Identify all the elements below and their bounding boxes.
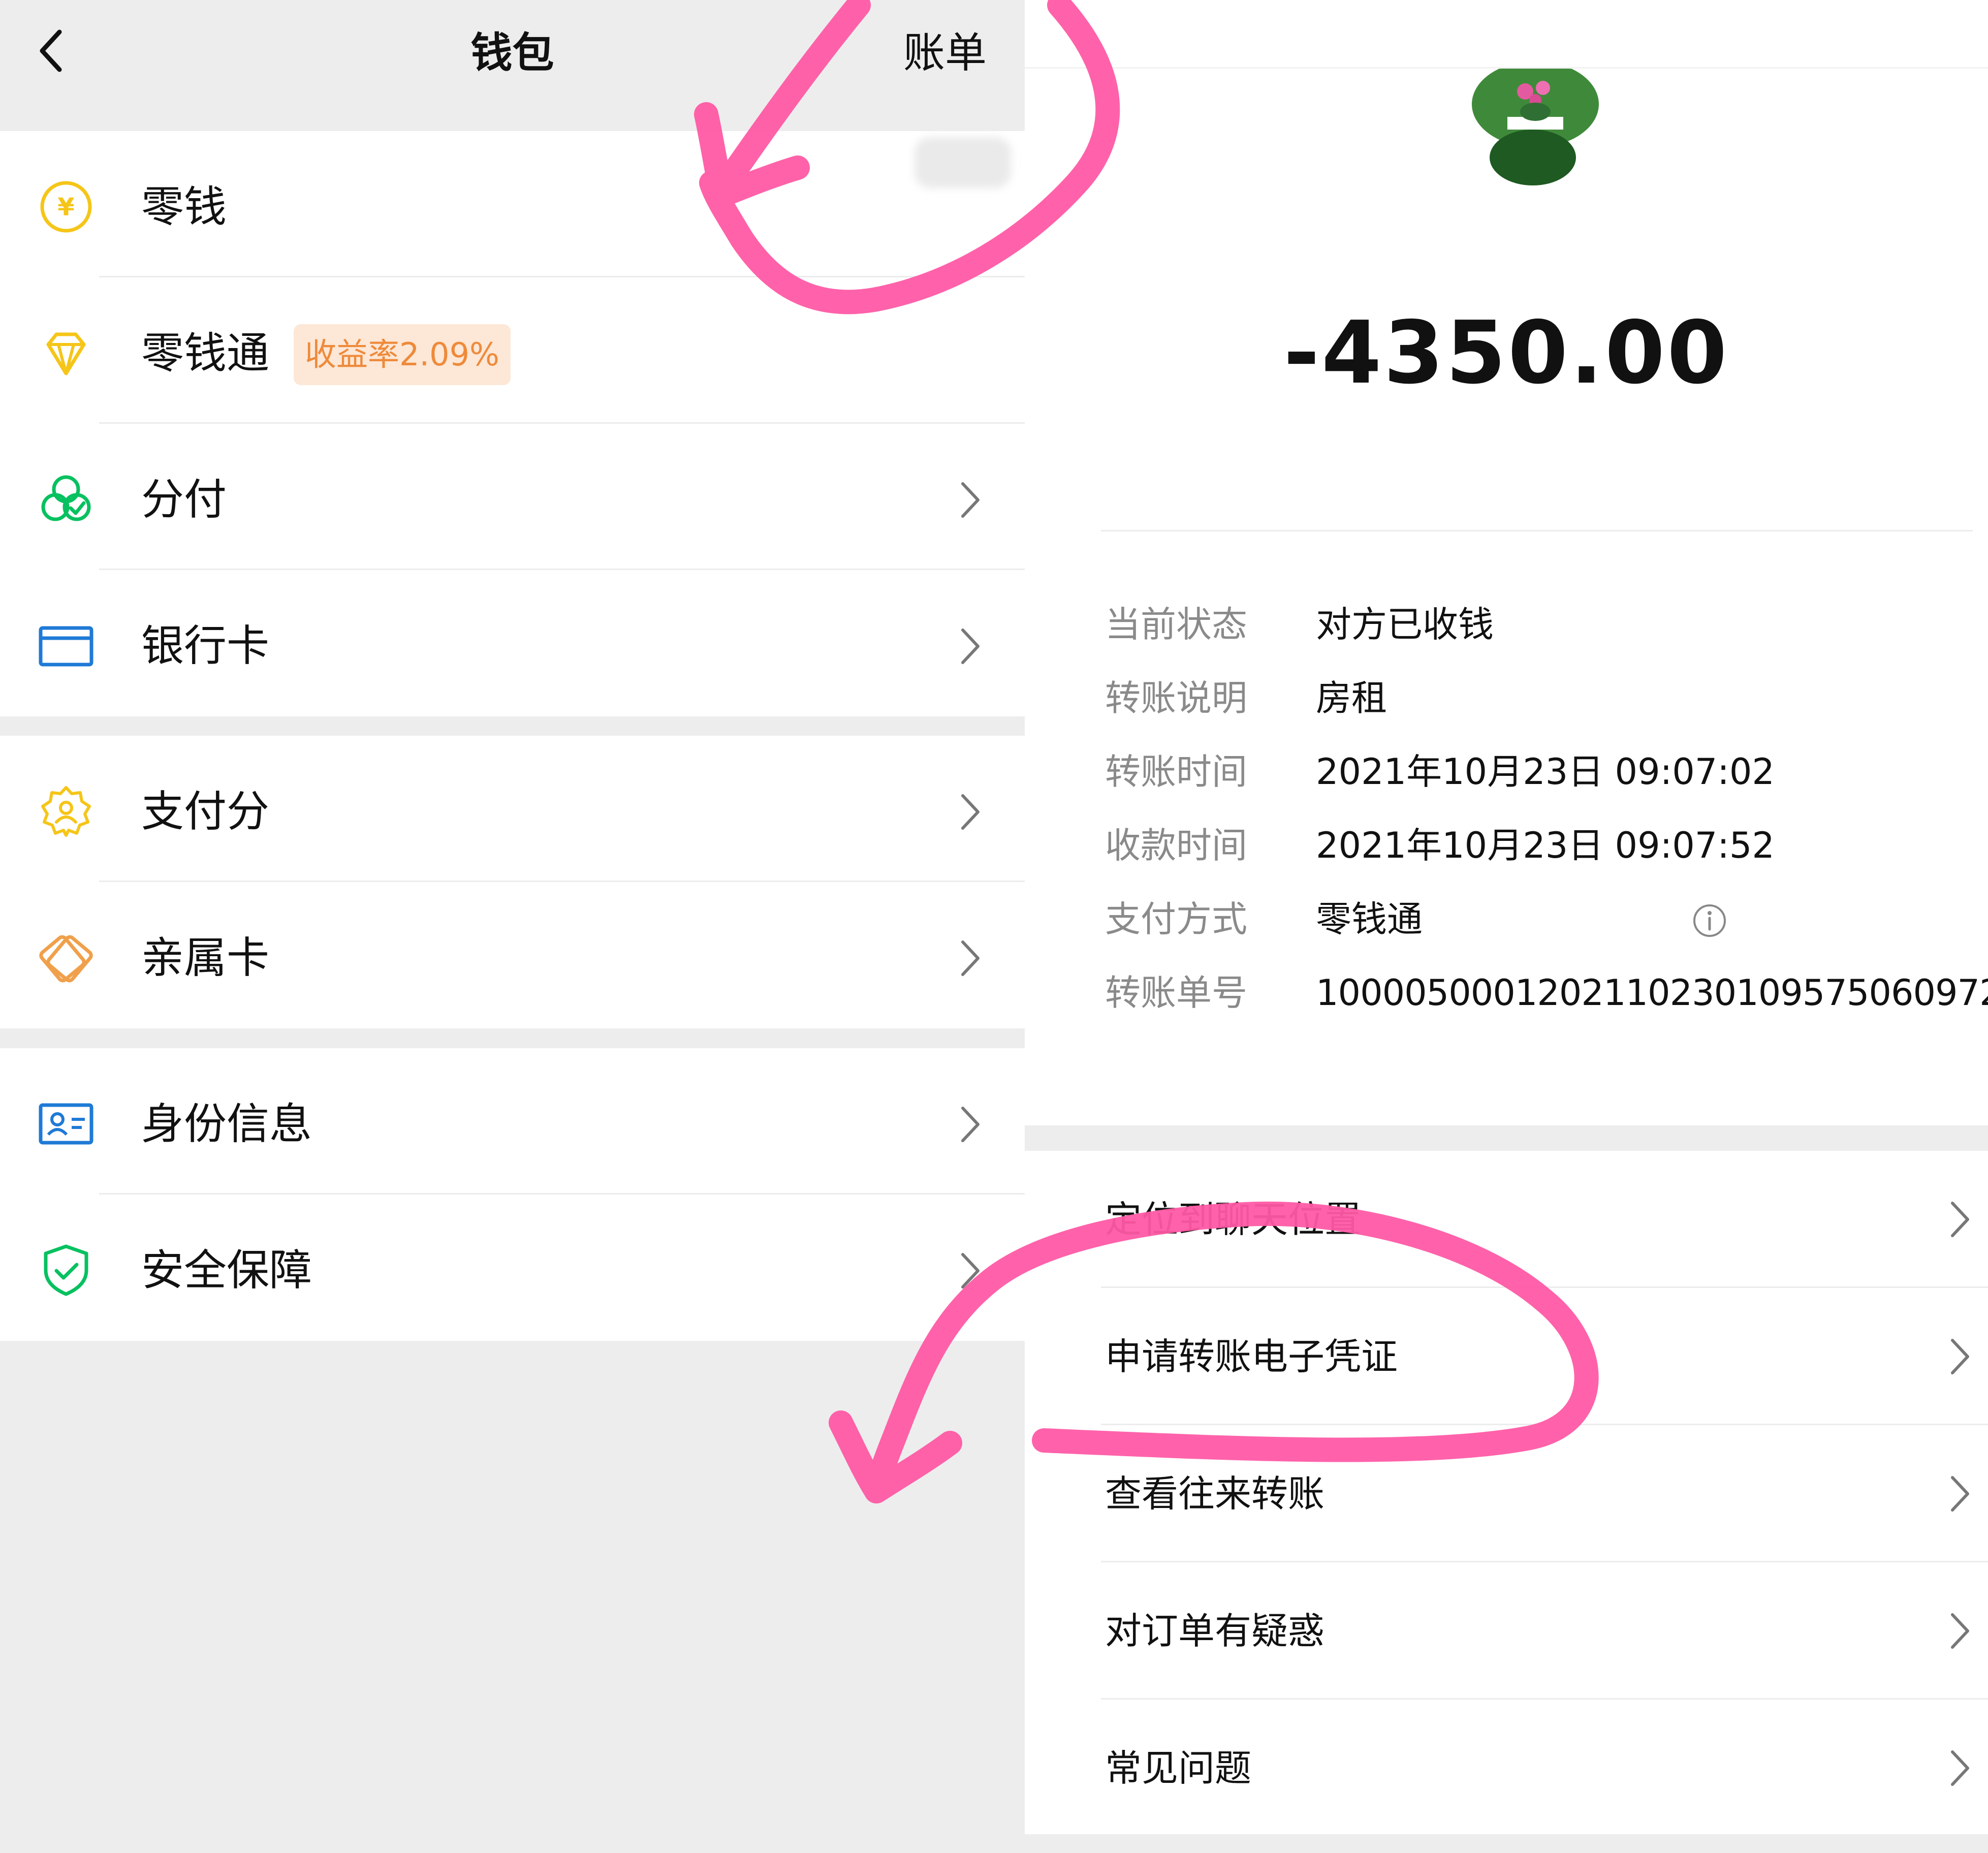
- shield-check-icon: [44, 1244, 88, 1296]
- detail-row-transfer-time: 转账时间 2021年10月23日 09:07:02: [1105, 735, 1979, 809]
- wallet-item-label: 零钱通: [141, 328, 270, 378]
- action-label: 申请转账电子凭证: [1105, 1335, 1398, 1378]
- wallet-item-label: 银行卡: [141, 621, 270, 671]
- detail-value: 房租: [1316, 677, 1387, 719]
- detail-value: 1000050001202110230109575060972: [1316, 972, 1988, 1014]
- action-locate-chat[interactable]: 定位到聊天位置: [1025, 1151, 1988, 1288]
- chevron-right-icon: [961, 1107, 980, 1142]
- wallet-item-label: 亲属卡: [141, 933, 270, 983]
- section-gap: [1025, 1125, 1988, 1151]
- avatar: [1472, 69, 1599, 185]
- id-card-icon: [39, 1103, 93, 1145]
- wallet-item-family-card[interactable]: 亲属卡: [0, 882, 1025, 1028]
- detail-row-note: 转账说明 房租: [1105, 662, 1979, 735]
- detail-key: 支付方式: [1105, 898, 1247, 940]
- page-title: 钱包: [470, 29, 554, 77]
- yield-badge: 收益率2.09%: [294, 324, 511, 385]
- chevron-right-icon: [1951, 1339, 1969, 1374]
- detail-key: 收款时间: [1105, 825, 1247, 866]
- chevron-right-icon: [961, 482, 980, 518]
- wallet-panel: 钱包 账单 ¥ 零钱 零钱通 收益率2.09% 分付 银行卡 支付分 亲属卡 身…: [0, 0, 1025, 1853]
- action-label: 对订单有疑惑: [1105, 1610, 1325, 1652]
- chevron-right-icon: [961, 629, 980, 664]
- divider: [1101, 530, 1973, 531]
- top-bar: [1025, 0, 1988, 69]
- detail-value: 零钱通: [1316, 898, 1423, 940]
- transfer-amount: -4350.00: [1283, 303, 1729, 403]
- action-label: 定位到聊天位置: [1105, 1198, 1362, 1241]
- diamond-icon: [46, 332, 86, 375]
- wallet-group-2: 支付分 亲属卡: [0, 736, 1025, 1028]
- chevron-right-icon: [1951, 1613, 1969, 1649]
- info-icon[interactable]: [1692, 903, 1727, 938]
- action-order-question[interactable]: 对订单有疑惑: [1025, 1562, 1988, 1700]
- wallet-item-identity[interactable]: 身份信息: [0, 1048, 1025, 1195]
- wallet-header: 钱包 账单: [0, 0, 1025, 131]
- wallet-item-payscore[interactable]: 支付分: [0, 736, 1025, 882]
- action-faq[interactable]: 常见问题: [1025, 1700, 1988, 1837]
- wallet-group-3: 身份信息 安全保障: [0, 1048, 1025, 1341]
- detail-row-order-number: 转账单号 1000050001202110230109575060972: [1105, 956, 1988, 1030]
- wallet-item-change[interactable]: ¥ 零钱: [0, 131, 1025, 277]
- family-card-icon: [39, 935, 93, 983]
- chevron-right-icon: [1951, 1476, 1969, 1512]
- payscore-badge-icon: [41, 786, 91, 837]
- chevron-right-icon: [1951, 1750, 1969, 1786]
- yuan-coin-icon: ¥: [40, 181, 92, 233]
- wallet-item-label: 支付分: [141, 787, 270, 836]
- detail-row-status: 当前状态 对方已收钱: [1105, 588, 1979, 662]
- action-label: 查看往来转账: [1105, 1472, 1325, 1515]
- detail-row-payment-method: 支付方式 零钱通: [1105, 883, 1979, 956]
- bottom-gap: [1025, 1834, 1988, 1853]
- detail-value: 2021年10月23日 09:07:52: [1316, 825, 1775, 866]
- wallet-item-fenfu[interactable]: 分付: [0, 424, 1025, 570]
- wallet-item-label: 安全保障: [141, 1245, 312, 1295]
- wallet-item-bank-card[interactable]: 银行卡: [0, 570, 1025, 716]
- chevron-right-icon: [1951, 1202, 1969, 1237]
- detail-key: 当前状态: [1105, 604, 1247, 645]
- fenfu-icon: [41, 475, 91, 521]
- svg-text:¥: ¥: [57, 193, 74, 222]
- detail-key: 转账单号: [1105, 972, 1247, 1014]
- detail-value: 对方已收钱: [1316, 604, 1494, 645]
- redacted-balance: [914, 137, 1011, 188]
- chevron-right-icon: [961, 940, 980, 976]
- wallet-item-security[interactable]: 安全保障: [0, 1195, 1025, 1341]
- detail-key: 转账说明: [1105, 677, 1247, 719]
- bill-link[interactable]: 账单: [903, 28, 987, 79]
- detail-key: 转账时间: [1105, 751, 1247, 793]
- detail-value: 2021年10月23日 09:07:02: [1316, 751, 1775, 793]
- wallet-item-label: 身份信息: [141, 1099, 312, 1149]
- chevron-right-icon: [961, 1253, 980, 1289]
- bank-card-icon: [39, 626, 93, 667]
- action-label: 常见问题: [1105, 1747, 1252, 1789]
- wallet-item-label: 分付: [141, 475, 227, 524]
- action-view-transfers[interactable]: 查看往来转账: [1025, 1425, 1988, 1562]
- wallet-item-label: 零钱: [141, 182, 227, 232]
- action-apply-e-voucher[interactable]: 申请转账电子凭证: [1025, 1288, 1988, 1425]
- wallet-item-lingqiantong[interactable]: 零钱通 收益率2.09%: [0, 277, 1025, 424]
- transfer-detail-panel: -4350.00 当前状态 对方已收钱 转账说明 房租 转账时间 2021年10…: [1025, 0, 1988, 1853]
- wallet-group-1: ¥ 零钱 零钱通 收益率2.09% 分付 银行卡: [0, 131, 1025, 716]
- chevron-right-icon: [961, 794, 980, 830]
- detail-row-receive-time: 收款时间 2021年10月23日 09:07:52: [1105, 809, 1979, 883]
